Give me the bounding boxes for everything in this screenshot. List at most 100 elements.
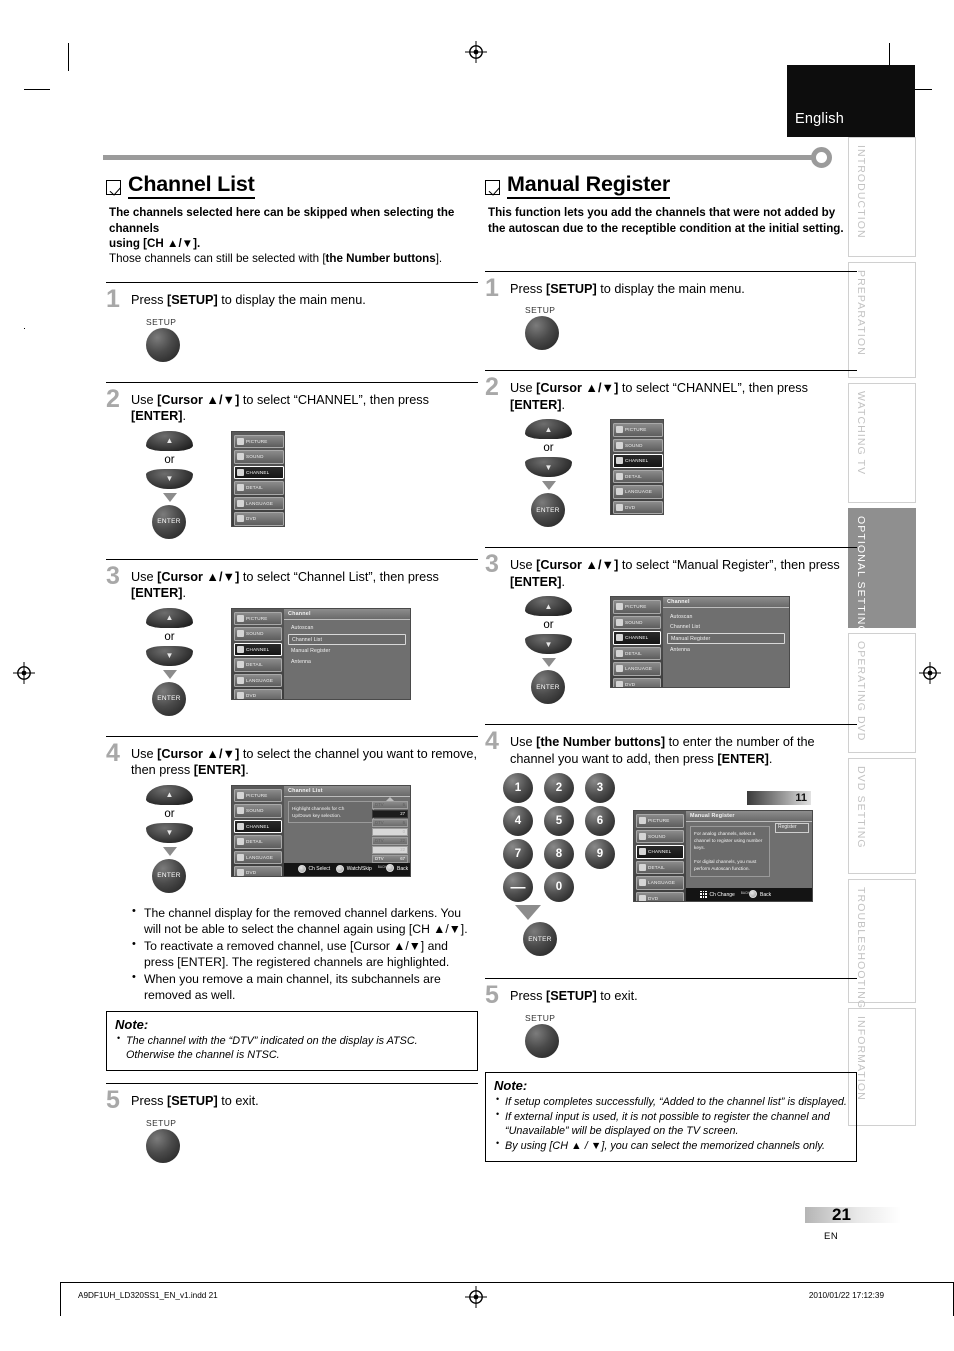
cursor-up-button[interactable]: ▲	[525, 419, 572, 440]
osd-menu-item-sound[interactable]: SOUND	[613, 438, 663, 453]
index-tab-dvd-setting[interactable]: DVD SETTING	[848, 758, 916, 874]
number-key-dash[interactable]: —	[503, 872, 533, 903]
enter-button[interactable]: ENTER	[531, 493, 565, 528]
osd-menu-item-detail[interactable]: DETAIL	[234, 835, 282, 849]
osd-menu-item-sound[interactable]: SOUND	[234, 450, 284, 464]
enter-button[interactable]: ENTER	[152, 681, 186, 716]
osd-register-button[interactable]: Register	[775, 823, 809, 834]
setup-button[interactable]	[146, 327, 180, 362]
number-key-2[interactable]: 2	[544, 773, 574, 804]
index-tab-preparation[interactable]: PREPARATION	[848, 262, 916, 378]
osd-menu-item-language[interactable]: LANGUAGE	[234, 496, 284, 511]
osd-channel-item-manual-register[interactable]: Manual Register	[667, 633, 785, 645]
number-key-8[interactable]: 8	[544, 839, 574, 870]
number-key-4[interactable]: 4	[503, 806, 533, 837]
enter-button[interactable]: ENTER	[523, 922, 557, 957]
index-tab-troubleshooting[interactable]: TROUBLESHOOTING	[848, 879, 916, 1009]
osd-channel-row[interactable]: DTV 6	[372, 818, 408, 827]
cursor-up-button[interactable]: ▲	[146, 784, 193, 805]
osd-channel-item-channel-list[interactable]: Channel List	[667, 623, 785, 632]
osd-channel-item-autoscan[interactable]: Autoscan	[288, 624, 406, 633]
osd-menu-item-dvd[interactable]: DVD	[636, 891, 684, 902]
osd-menu-item-dvd[interactable]: DVD	[234, 866, 282, 876]
osd-menu-item-picture[interactable]: PICTURE	[613, 600, 661, 614]
osd-channel-row[interactable]: DTV 6	[372, 800, 408, 809]
osd-channel-item-antenna[interactable]: Antenna	[667, 646, 785, 655]
osd-menu-item-sound[interactable]: SOUND	[234, 627, 282, 641]
osd-menu-item-sound[interactable]: SOUND	[234, 804, 282, 818]
osd-menu-item-detail[interactable]: DETAIL	[636, 860, 684, 875]
manual-register-column: Manual Register This function lets you a…	[485, 172, 857, 1162]
index-tab-information[interactable]: INFORMATION	[848, 1008, 916, 1126]
osd-menu-item-dvd[interactable]: DVD	[234, 689, 282, 699]
cursor-up-button[interactable]: ▲	[146, 607, 193, 628]
right-step-2: 2 Use [Cursor ▲/▼] to select “CHANNEL”, …	[485, 370, 857, 528]
osd-channel-rows[interactable]: DTV 6 27 DTV 6 0 DTV 22 22 DTV 67	[372, 796, 408, 868]
osd-menu-item-sound[interactable]: SOUND	[636, 829, 684, 844]
osd-channel-item-autoscan[interactable]: Autoscan	[667, 612, 785, 621]
number-key-7[interactable]: 7	[503, 839, 533, 870]
number-keypad[interactable]: 1 2 3 4 5 6 7 8 9 — 0	[503, 773, 623, 903]
osd-menu-item-channel[interactable]: CHANNEL	[234, 819, 282, 834]
osd-menu-item-channel[interactable]: CHANNEL	[613, 631, 661, 645]
osd-menu-item-dvd[interactable]: DVD	[234, 512, 284, 526]
osd-menu-item-channel[interactable]: CHANNEL	[613, 454, 663, 468]
enter-button[interactable]: ENTER	[152, 504, 186, 539]
osd-menu-item-picture[interactable]: PICTURE	[234, 434, 284, 449]
osd-menu-item-detail[interactable]: DETAIL	[613, 646, 661, 661]
cursor-up-button[interactable]: ▲	[525, 596, 572, 617]
osd-menu-item-channel[interactable]: CHANNEL	[636, 845, 684, 859]
osd-menu-item-sound[interactable]: SOUND	[613, 615, 661, 630]
cursor-down-button[interactable]: ▼	[146, 645, 193, 666]
index-tab-watching-tv[interactable]: WATCHING TV	[848, 383, 916, 503]
cursor-down-button[interactable]: ▼	[146, 822, 193, 843]
osd-menu-item-language[interactable]: LANGUAGE	[613, 485, 663, 499]
osd-menu-item-channel[interactable]: CHANNEL	[234, 642, 282, 657]
osd-channel-row[interactable]: DTV 67	[372, 854, 408, 863]
enter-button[interactable]: ENTER	[531, 670, 565, 705]
number-key-3[interactable]: 3	[585, 773, 615, 804]
osd-menu-item-language[interactable]: LANGUAGE	[636, 876, 684, 890]
osd-menu-item-language[interactable]: LANGUAGE	[234, 850, 282, 865]
osd-channel-item-manual-register[interactable]: Manual Register	[288, 647, 406, 656]
osd-menu-item-detail[interactable]: DETAIL	[613, 469, 663, 484]
cursor-down-button[interactable]: ▼	[525, 457, 572, 478]
index-tab-optional-setting[interactable]: OPTIONAL SETTING	[848, 508, 916, 635]
osd-menu-item-picture[interactable]: PICTURE	[613, 423, 663, 437]
flow-arrow-icon	[162, 846, 177, 856]
osd-channel-row[interactable]: DTV 22	[372, 836, 408, 845]
number-key-9[interactable]: 9	[585, 839, 615, 870]
osd-menu-item-picture[interactable]: PICTURE	[234, 788, 282, 803]
osd-menu-item-dvd[interactable]: DVD	[613, 500, 663, 515]
index-tab-introduction[interactable]: INTRODUCTION	[848, 137, 916, 257]
enter-button[interactable]: ENTER	[152, 858, 186, 893]
index-tab-operating-dvd[interactable]: OPERATING DVD	[848, 633, 916, 753]
osd-menu-item-channel[interactable]: CHANNEL	[234, 465, 284, 480]
step-text-a: Use	[131, 746, 158, 761]
osd-menu-item-language[interactable]: LANGUAGE	[234, 673, 282, 688]
number-key-1[interactable]: 1	[503, 773, 533, 804]
osd-menu-item-picture[interactable]: PICTURE	[234, 611, 282, 626]
manual-register-heading: Manual Register	[485, 172, 857, 200]
cursor-up-button[interactable]: ▲	[146, 430, 193, 451]
osd-menu-item-language[interactable]: LANGUAGE	[613, 662, 661, 676]
number-key-6[interactable]: 6	[585, 806, 615, 837]
osd-channel-item-antenna[interactable]: Antenna	[288, 657, 406, 666]
number-key-0[interactable]: 0	[544, 872, 574, 903]
setup-button[interactable]	[525, 1023, 559, 1058]
setup-button[interactable]	[146, 1128, 180, 1163]
osd-menu-item-picture[interactable]: PICTURE	[636, 814, 684, 828]
osd-channel-row[interactable]: 27	[372, 809, 408, 818]
osd-channel-row[interactable]: 22	[372, 845, 408, 854]
osd-menu-item-dvd[interactable]: DVD	[613, 677, 661, 688]
cursor-down-button[interactable]: ▼	[146, 468, 193, 489]
osd-channel-item-channel-list[interactable]: Channel List	[288, 634, 406, 646]
cursor-down-button[interactable]: ▼	[525, 634, 572, 655]
number-key-5[interactable]: 5	[544, 806, 574, 837]
osd-menu-item-detail[interactable]: DETAIL	[234, 481, 284, 495]
osd-channel-row[interactable]: 0	[372, 827, 408, 836]
setup-button[interactable]	[525, 316, 559, 351]
osd-menu-item-detail[interactable]: DETAIL	[234, 658, 282, 672]
step-text-d: [ENTER]	[510, 397, 562, 412]
channel-list-bullets: The channel display for the removed chan…	[106, 904, 478, 1004]
